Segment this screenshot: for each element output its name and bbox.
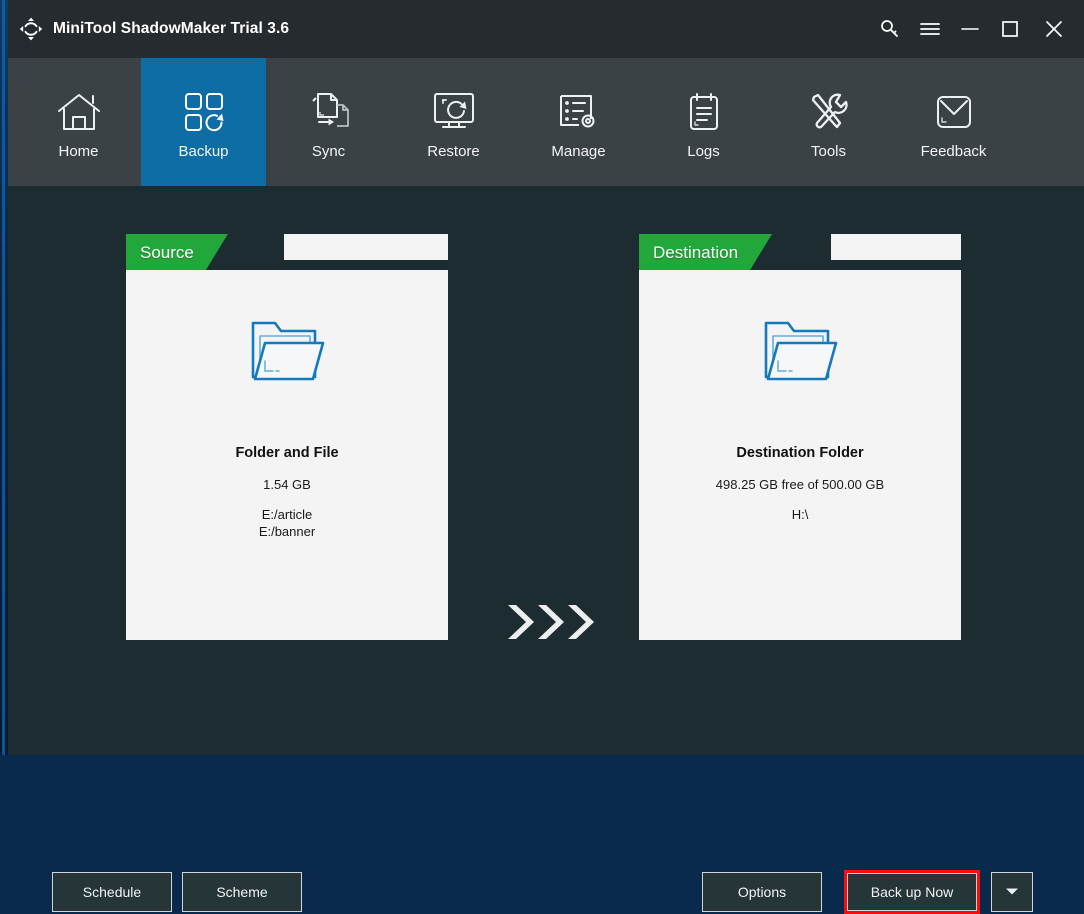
chevron-down-icon <box>1005 883 1019 901</box>
destination-panel: Destination <box>639 234 961 640</box>
tools-wrench-screwdriver-icon <box>807 86 851 138</box>
nav-label: Home <box>58 144 98 159</box>
source-path: E:/article <box>259 506 315 523</box>
destination-drive: H:\ <box>792 506 809 523</box>
source-path: E:/banner <box>259 523 315 540</box>
destination-paths: H:\ <box>792 506 809 523</box>
source-tab-label: Source <box>140 244 194 261</box>
nav-label: Backup <box>178 144 228 159</box>
nav-label: Feedback <box>921 144 987 159</box>
nav-label: Restore <box>427 144 480 159</box>
scheme-button[interactable]: Scheme <box>182 872 302 912</box>
backup-squares-icon <box>182 86 226 138</box>
nav-item-restore[interactable]: Restore <box>391 58 516 186</box>
source-paths: E:/article E:/banner <box>259 506 315 540</box>
source-size: 1.54 GB <box>263 478 311 491</box>
destination-header-strip <box>831 234 961 260</box>
nav-item-sync[interactable]: Sync <box>266 58 391 186</box>
triple-chevron-right-icon <box>506 599 598 645</box>
home-icon <box>56 86 102 138</box>
main-navigation: Home Backup <box>8 58 1084 186</box>
nav-item-tools[interactable]: Tools <box>766 58 891 186</box>
source-panel: Source <box>126 234 448 640</box>
blue-folder-icon <box>245 315 329 394</box>
feedback-envelope-icon <box>932 86 976 138</box>
window-title: MiniTool ShadowMaker Trial 3.6 <box>53 20 289 38</box>
application-window: MiniTool ShadowMaker Trial 3.6 <box>8 0 1084 755</box>
title-bar: MiniTool ShadowMaker Trial 3.6 <box>8 0 1084 58</box>
destination-tab-label: Destination <box>653 244 738 261</box>
destination-free-space: 498.25 GB free of 500.00 GB <box>716 478 884 491</box>
nav-item-logs[interactable]: Logs <box>641 58 766 186</box>
nav-label: Sync <box>312 144 345 159</box>
nav-label: Logs <box>687 144 720 159</box>
restore-monitor-icon <box>431 86 477 138</box>
manage-list-gear-icon <box>557 86 601 138</box>
sync-arrows-logo-icon <box>18 16 44 42</box>
backup-now-button[interactable]: Back up Now <box>847 873 977 911</box>
nav-item-backup[interactable]: Backup <box>141 58 266 186</box>
source-header-strip <box>284 234 448 260</box>
hamburger-menu-icon[interactable] <box>910 0 950 58</box>
backup-dropdown-button[interactable] <box>991 872 1033 912</box>
backup-content-area: Source <box>8 186 1084 755</box>
nav-label: Manage <box>551 144 605 159</box>
backup-now-highlight: Back up Now <box>844 870 980 914</box>
source-panel-body[interactable]: Folder and File 1.54 GB E:/article E:/ba… <box>126 270 448 640</box>
blue-folder-icon <box>758 315 842 394</box>
source-title: Folder and File <box>235 446 338 461</box>
minimize-icon[interactable] <box>950 0 990 58</box>
window-controls <box>870 0 1084 58</box>
nav-item-home[interactable]: Home <box>16 58 141 186</box>
options-button[interactable]: Options <box>702 872 822 912</box>
destination-panel-tab: Destination <box>639 234 772 270</box>
nav-item-manage[interactable]: Manage <box>516 58 641 186</box>
search-key-icon[interactable] <box>870 0 910 58</box>
nav-item-feedback[interactable]: Feedback <box>891 58 1016 186</box>
source-panel-header: Source <box>126 234 448 270</box>
desktop-stripe <box>2 0 5 755</box>
sync-files-icon <box>307 86 351 138</box>
nav-label: Tools <box>811 144 846 159</box>
maximize-icon[interactable] <box>990 0 1030 58</box>
destination-panel-body[interactable]: Destination Folder 498.25 GB free of 500… <box>639 270 961 640</box>
schedule-button[interactable]: Schedule <box>52 872 172 912</box>
close-icon[interactable] <box>1030 0 1078 58</box>
destination-panel-header: Destination <box>639 234 961 270</box>
logs-clipboard-icon <box>684 86 724 138</box>
source-panel-tab: Source <box>126 234 228 270</box>
destination-title: Destination Folder <box>736 446 863 461</box>
